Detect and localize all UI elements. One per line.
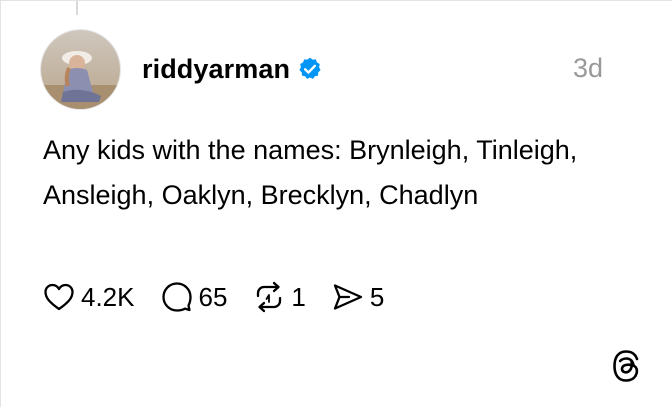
username[interactable]: riddyarman [142, 54, 290, 85]
thread-post-card: riddyarman 3d Any kids with the names: B… [0, 0, 672, 407]
share-icon [332, 282, 364, 312]
repost-button[interactable]: 1 [253, 281, 306, 313]
share-button[interactable]: 5 [332, 282, 384, 313]
verified-badge-icon [297, 56, 323, 82]
avatar[interactable] [41, 30, 120, 109]
repost-count: 1 [291, 281, 306, 312]
reply-button[interactable]: 65 [161, 281, 228, 313]
repost-icon [253, 281, 285, 313]
post-actions: 4.2K 65 1 5 [43, 279, 410, 315]
comment-icon [161, 281, 193, 313]
post-header: riddyarman [142, 53, 612, 85]
thread-connector-line [76, 1, 78, 15]
post-timestamp[interactable]: 3d [573, 53, 603, 84]
threads-logo-icon[interactable] [611, 349, 641, 383]
like-count: 4.2K [81, 281, 135, 312]
heart-icon [43, 282, 75, 312]
share-count: 5 [369, 281, 385, 312]
like-button[interactable]: 4.2K [43, 282, 135, 313]
post-text: Any kids with the names: Brynleigh, Tinl… [43, 135, 578, 210]
reply-count: 65 [198, 281, 228, 312]
